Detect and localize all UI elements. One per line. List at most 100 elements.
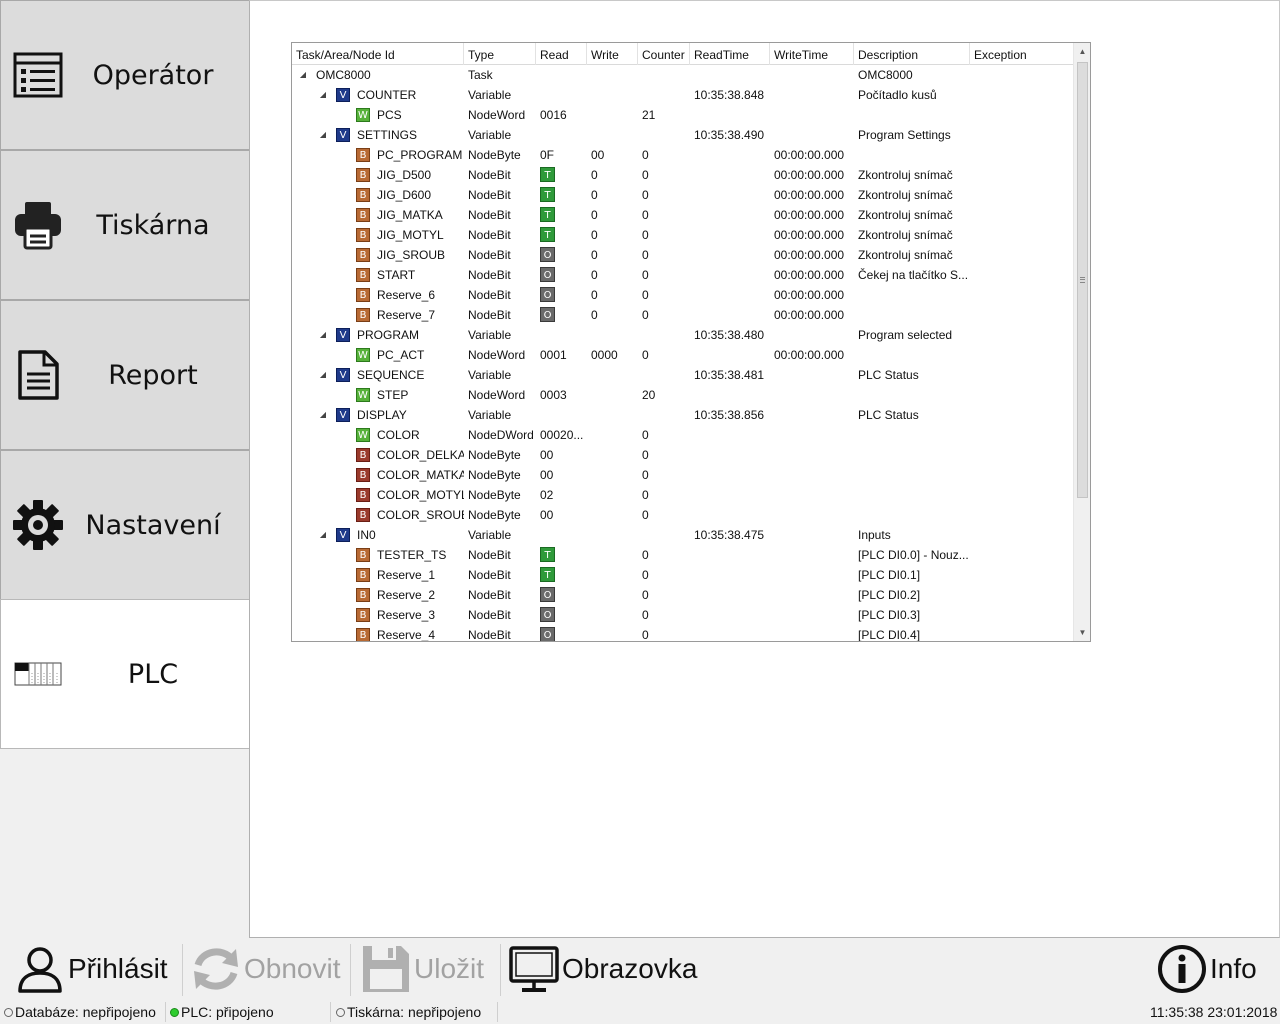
cell-description: Počítadlo kusů [858, 88, 937, 102]
expand-arrow-icon[interactable]: ◢ [318, 85, 328, 105]
sidebar-item-printer[interactable]: Tiskárna [0, 150, 250, 300]
tree-row[interactable]: B START NodeBit 0 0 00:00:00.000 Čekej na tlač… [292, 265, 1074, 285]
expand-arrow-icon[interactable]: ◢ [318, 325, 328, 345]
column-header[interactable]: ReadTime [690, 43, 770, 65]
cell-writetime [774, 465, 854, 485]
expand-arrow-icon[interactable]: ◢ [318, 525, 328, 545]
tree-row[interactable]: ◢ V DISPLAY Variable 10:35:38.856 PLC Status [292, 405, 1074, 425]
tree-row[interactable]: ◢ V COUNTER Variable 10:35:38.848 Počítadlo k… [292, 85, 1074, 105]
expand-arrow-icon[interactable]: ◢ [318, 405, 328, 425]
tree-row[interactable]: B JIG_MOTYL NodeBit 0 0 00:00:00.000 Zkontrolu… [292, 225, 1074, 245]
sidebar-item-report[interactable]: Report [0, 300, 250, 450]
cell-write [591, 65, 638, 85]
sidebar-item-settings[interactable]: Nastavení [0, 450, 250, 600]
tree-row[interactable]: B TESTER_TS NodeBit 0 [PLC DI0.0] - Nouz... T [292, 545, 1074, 565]
tree-row[interactable]: W PC_ACT NodeWord 0001 0000 0 00:00:00.000 [292, 345, 1074, 365]
byte-badge-icon: B [356, 308, 370, 322]
column-header[interactable]: WriteTime [770, 43, 854, 65]
tree-row[interactable]: B COLOR_DELKA NodeByte 00 0 [292, 445, 1074, 465]
tree-row[interactable]: B COLOR_SROUB NodeByte 00 0 [292, 505, 1074, 525]
cell-description: [PLC DI0.3] [858, 608, 921, 622]
cell-writetime [774, 585, 854, 605]
status-on-icon [170, 1007, 179, 1017]
cell-write [591, 445, 638, 465]
cell-name: PCS [377, 108, 402, 122]
cell-exception [974, 325, 1074, 345]
tree-row[interactable]: B Reserve_3 NodeBit 0 [PLC DI0.3] O [292, 605, 1074, 625]
tree-row[interactable]: B Reserve_1 NodeBit 0 [PLC DI0.1] T [292, 565, 1074, 585]
scroll-down-icon[interactable]: ▼ [1074, 624, 1091, 641]
tree-row[interactable]: B JIG_D500 NodeBit 0 0 00:00:00.000 Zkontroluj… [292, 165, 1074, 185]
cell-description: PLC Status [858, 408, 919, 422]
cell-readtime [694, 305, 770, 325]
tree-row[interactable]: B JIG_MATKA NodeBit 0 0 00:00:00.000 Zkontrolu… [292, 205, 1074, 225]
expand-arrow-icon[interactable]: ◢ [318, 125, 328, 145]
cell-name: COUNTER [357, 88, 417, 102]
tree-row[interactable]: ◢ V IN0 Variable 10:35:38.475 Inputs [292, 525, 1074, 545]
byte-badge-icon: B [356, 228, 370, 242]
cell-write: 0000 [591, 348, 618, 362]
cell-name: Reserve_1 [377, 568, 436, 582]
scrollbar-thumb[interactable] [1077, 62, 1088, 498]
column-header[interactable]: Type [464, 43, 536, 65]
tree-row[interactable]: B Reserve_4 NodeBit 0 [PLC DI0.4] O [292, 625, 1074, 641]
tree-row[interactable]: ◢ V SETTINGS Variable 10:35:38.490 Program Se… [292, 125, 1074, 145]
app-window: Operátor Tiskárna Report Nastavení PLC T… [0, 0, 1280, 1024]
column-header[interactable]: Counter [638, 43, 690, 65]
cell-readtime [694, 265, 770, 285]
cell-exception [974, 245, 1074, 265]
cell-counter: 0 [642, 168, 649, 182]
tree-row[interactable]: B Reserve_7 NodeBit 0 0 00:00:00.000 O [292, 305, 1074, 325]
column-header[interactable]: Task/Area/Node Id [292, 43, 464, 65]
byte-badge-icon: B [356, 248, 370, 262]
column-header[interactable]: Read [536, 43, 587, 65]
refresh-button[interactable]: Obnovit [190, 938, 341, 1000]
sidebar-item-operator[interactable]: Operátor [0, 0, 250, 150]
screen-button[interactable]: Obrazovka [508, 938, 697, 1000]
cell-name: COLOR_MOTYL [377, 488, 464, 502]
tree-row[interactable]: W COLOR NodeDWord 00020... 0 [292, 425, 1074, 445]
tree-row[interactable]: ◢ V PROGRAM Variable 10:35:38.480 Program sel… [292, 325, 1074, 345]
cell-type: NodeByte [468, 468, 521, 482]
cell-type: NodeWord [468, 108, 526, 122]
tree-row[interactable]: B JIG_D600 NodeBit 0 0 00:00:00.000 Zkontroluj… [292, 185, 1074, 205]
status-database: Databáze: nepřipojeno [4, 1000, 164, 1024]
cell-description: [PLC DI0.0] - Nouz... [858, 548, 969, 562]
save-button[interactable]: Uložit [360, 938, 484, 1000]
cell-write [591, 605, 638, 625]
scroll-up-icon[interactable]: ▲ [1074, 43, 1091, 60]
status-divider [165, 1002, 166, 1022]
tree-row[interactable]: B Reserve_6 NodeBit 0 0 00:00:00.000 O [292, 285, 1074, 305]
tree-row[interactable]: B COLOR_MOTYL NodeByte 02 0 [292, 485, 1074, 505]
tree-row[interactable]: W PCS NodeWord 0016 21 [292, 105, 1074, 125]
monitor-icon [509, 946, 559, 992]
expand-arrow-icon[interactable]: ◢ [298, 65, 308, 85]
tree-row[interactable]: ◢ V SEQUENCE Variable 10:35:38.481 PLC Status [292, 365, 1074, 385]
cell-counter [642, 85, 690, 105]
tree-row[interactable]: B JIG_SROUB NodeBit 0 0 00:00:00.000 Zkontrolu… [292, 245, 1074, 265]
tree-row[interactable]: B Reserve_2 NodeBit 0 [PLC DI0.2] O [292, 585, 1074, 605]
tree-row[interactable]: W STEP NodeWord 0003 20 [292, 385, 1074, 405]
cell-read: 0003 [540, 388, 567, 402]
cell-name: JIG_SROUB [377, 248, 446, 262]
column-header[interactable]: Description [854, 43, 970, 65]
column-header[interactable]: Exception [970, 43, 1074, 65]
tree-row[interactable]: B COLOR_MATKA NodeByte 00 0 [292, 465, 1074, 485]
variable-badge-icon: V [336, 328, 350, 342]
tree-row[interactable]: ◢ OMC8000 Task OMC8000 [292, 65, 1074, 85]
cell-writetime [774, 125, 854, 145]
cell-name: SEQUENCE [357, 368, 425, 382]
login-button[interactable]: Přihlásit [14, 938, 168, 1000]
cell-write [591, 125, 638, 145]
expand-arrow-icon[interactable]: ◢ [318, 365, 328, 385]
cell-write [591, 405, 638, 425]
vertical-scrollbar[interactable]: ▲ ▼ [1073, 43, 1090, 641]
sidebar-item-plc[interactable]: PLC [0, 599, 250, 749]
info-button[interactable]: Info [1156, 938, 1257, 1000]
cell-writetime [774, 605, 854, 625]
cell-counter: 0 [642, 228, 649, 242]
column-header[interactable]: Write [587, 43, 638, 65]
tree-row[interactable]: B PC_PROGRAM NodeByte 0F 00 0 00:00:00.000 [292, 145, 1074, 165]
plc-tree-grid[interactable]: Task/Area/Node Id Type Read Write Counter Rea… [291, 42, 1091, 642]
cell-description: Čekej na tlačítko S... [858, 268, 969, 282]
